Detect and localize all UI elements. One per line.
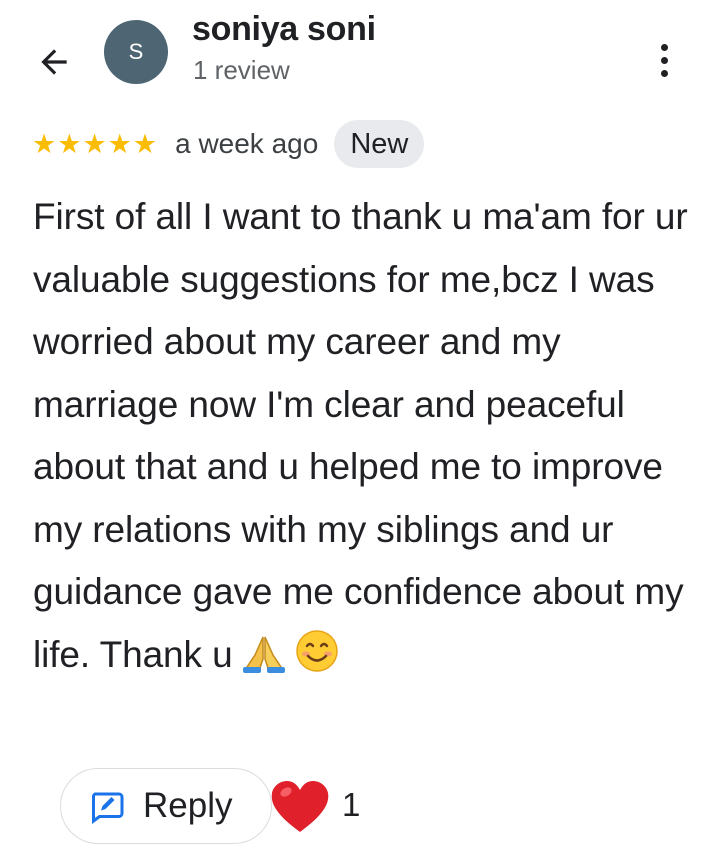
reply-edit-icon bbox=[91, 792, 124, 824]
review-detail-page: S soniya soni 1 review ★ ★ ★ ★ ★ a week … bbox=[0, 0, 720, 857]
star-icon: ★ bbox=[57, 128, 82, 160]
star-rating: ★ ★ ★ ★ ★ bbox=[32, 131, 157, 158]
reply-button[interactable]: Reply bbox=[60, 768, 272, 844]
folded-hands-icon bbox=[241, 630, 287, 693]
like-count: 1 bbox=[342, 786, 361, 823]
review-text-block: First of all I want to thank u ma'am for… bbox=[33, 186, 703, 692]
reply-label: Reply bbox=[143, 786, 233, 825]
review-time: a week ago bbox=[175, 128, 319, 159]
like-button[interactable] bbox=[268, 776, 332, 836]
heart-icon bbox=[271, 781, 329, 832]
new-badge: New bbox=[334, 120, 425, 168]
more-vert-icon-dot bbox=[660, 56, 668, 64]
avatar-letter: S bbox=[128, 39, 144, 64]
review-meta: ★ ★ ★ ★ ★ a week ago New bbox=[32, 120, 425, 168]
review-text: First of all I want to thank u ma'am for… bbox=[33, 196, 688, 675]
star-icon: ★ bbox=[107, 128, 132, 160]
review-count: 1 review bbox=[193, 55, 290, 85]
more-vert-icon-dot bbox=[660, 69, 668, 77]
more-vert-icon bbox=[660, 43, 668, 51]
star-icon: ★ bbox=[82, 128, 107, 160]
star-icon: ★ bbox=[32, 128, 57, 160]
reviewer-name[interactable]: soniya soni bbox=[192, 10, 376, 49]
more-options-button[interactable] bbox=[646, 38, 682, 82]
back-button[interactable] bbox=[34, 42, 74, 82]
avatar[interactable]: S bbox=[104, 20, 168, 84]
arrow-left-icon bbox=[41, 49, 67, 75]
smiling-face-icon bbox=[295, 629, 339, 693]
star-icon: ★ bbox=[132, 128, 158, 160]
